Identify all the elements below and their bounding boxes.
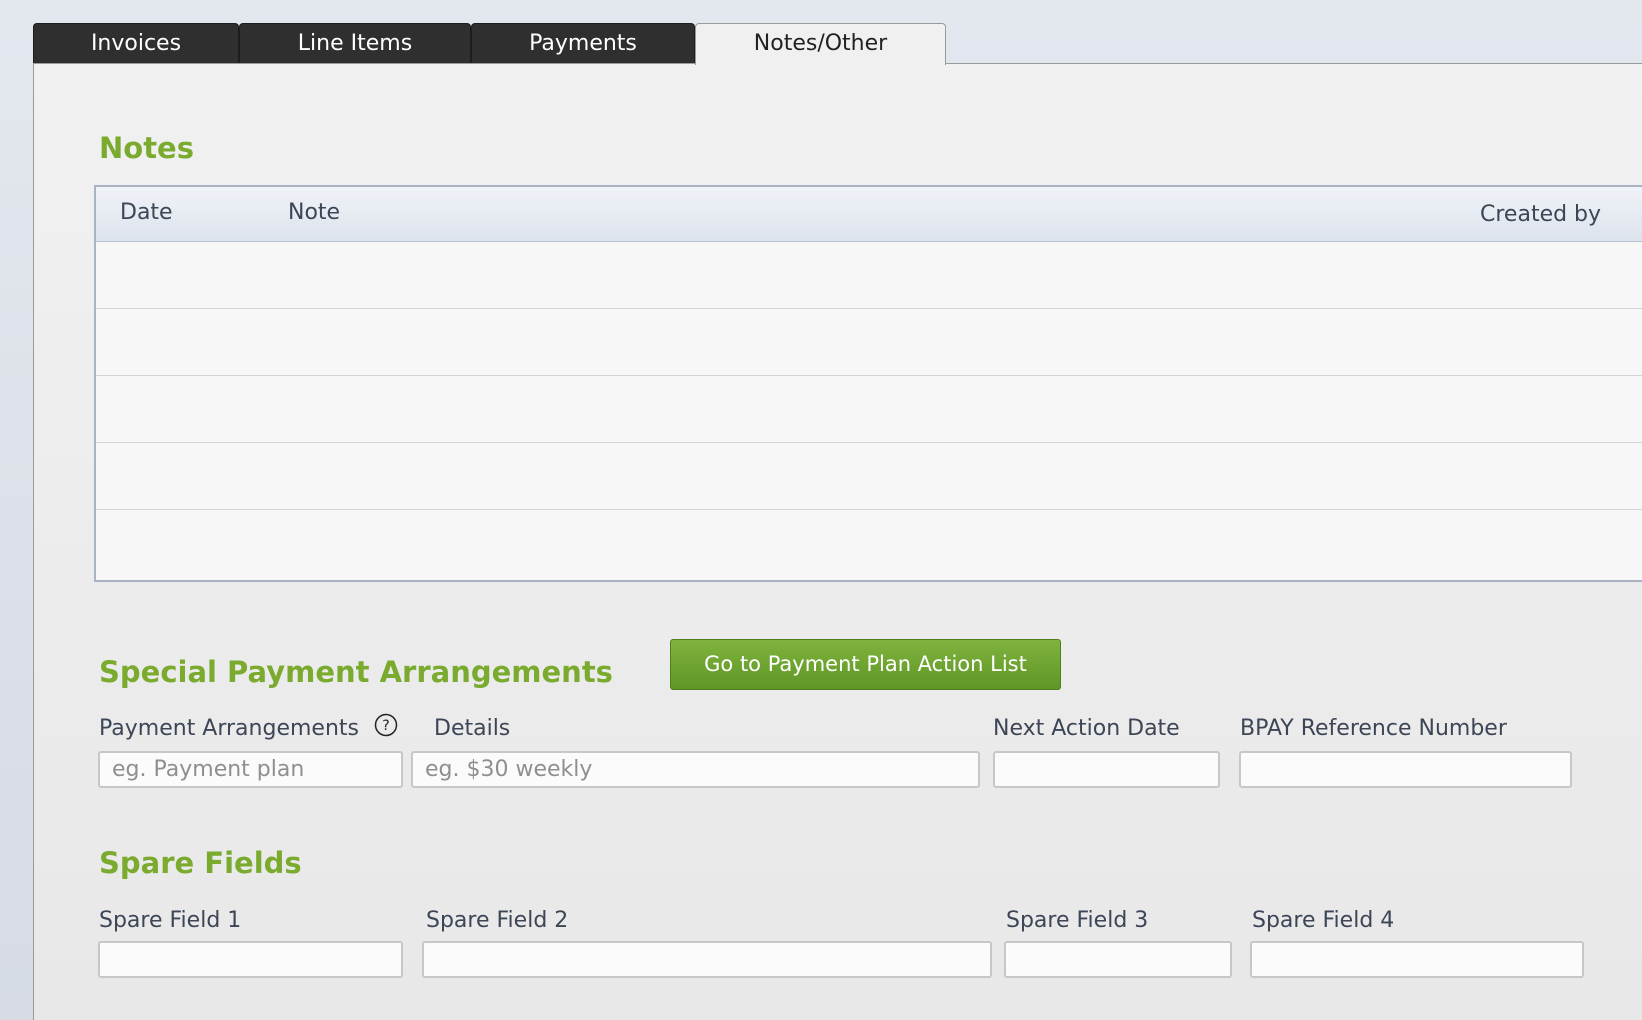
spare-field-4-input[interactable] <box>1250 941 1584 978</box>
spare-field-3-input[interactable] <box>1004 941 1232 978</box>
tab-line-items[interactable]: Line Items <box>239 23 471 63</box>
next-action-date-label: Next Action Date <box>993 716 1180 741</box>
spare-field-3-label: Spare Field 3 <box>1006 908 1149 933</box>
payment-arrangements-label: Payment Arrangements <box>99 716 359 741</box>
column-header-date[interactable]: Date <box>120 200 173 225</box>
next-action-date-input[interactable] <box>993 751 1220 788</box>
special-payment-title: Special Payment Arrangements <box>99 655 613 689</box>
table-row[interactable] <box>96 443 1642 510</box>
svg-text:?: ? <box>382 718 389 734</box>
notes-title: Notes <box>99 131 194 165</box>
table-row[interactable] <box>96 376 1642 443</box>
spare-field-2-input[interactable] <box>422 941 992 978</box>
table-row[interactable] <box>96 510 1642 577</box>
details-label: Details <box>434 716 511 741</box>
payment-plan-action-list-button[interactable]: Go to Payment Plan Action List <box>670 639 1061 690</box>
details-input[interactable] <box>411 751 980 788</box>
tab-invoices[interactable]: Invoices <box>33 23 239 63</box>
notes-table-header: Date Note Created by <box>96 187 1642 242</box>
question-circle-icon[interactable]: ? <box>374 713 398 737</box>
bpay-reference-label: BPAY Reference Number <box>1240 716 1507 741</box>
spare-field-4-label: Spare Field 4 <box>1252 908 1395 933</box>
spare-field-2-label: Spare Field 2 <box>426 908 569 933</box>
payment-arrangements-input[interactable] <box>98 751 403 788</box>
column-header-note[interactable]: Note <box>288 200 340 225</box>
table-row[interactable] <box>96 309 1642 376</box>
tab-notes-other[interactable]: Notes/Other <box>695 23 946 65</box>
notes-table: Date Note Created by <box>94 185 1642 582</box>
notes-other-page: Invoices Line Items Payments Notes/Other… <box>0 0 1642 1020</box>
spare-fields-title: Spare Fields <box>99 846 302 880</box>
tab-payments[interactable]: Payments <box>471 23 695 63</box>
spare-field-1-input[interactable] <box>98 941 403 978</box>
table-row[interactable] <box>96 242 1642 309</box>
bpay-reference-input[interactable] <box>1239 751 1572 788</box>
spare-field-1-label: Spare Field 1 <box>99 908 242 933</box>
column-header-created-by[interactable]: Created by <box>1480 202 1601 227</box>
